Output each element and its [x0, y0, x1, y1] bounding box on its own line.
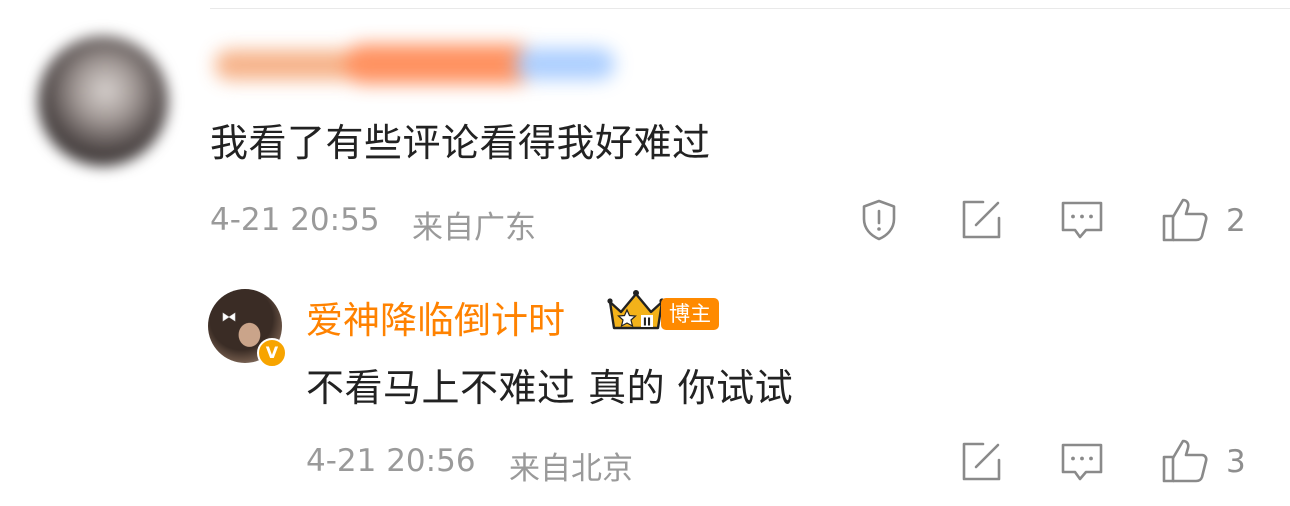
hair-bow-icon [222, 312, 236, 322]
blogger-tag: 博主 [661, 298, 719, 330]
username-blurred[interactable] [205, 34, 625, 90]
comment-icon[interactable] [1060, 440, 1104, 484]
avatar[interactable] [38, 36, 168, 166]
reply-location: 来自北京 [509, 451, 633, 487]
verified-badge: V [257, 338, 287, 368]
repost-icon[interactable] [959, 198, 1003, 242]
like-icon[interactable] [1161, 196, 1209, 244]
like-count: 3 [1226, 444, 1246, 480]
reply-time: 4-21 20:56 [306, 443, 476, 479]
like-count: 2 [1226, 203, 1246, 239]
like-icon[interactable] [1161, 437, 1209, 485]
comment-time: 4-21 20:55 [210, 202, 380, 238]
repost-icon[interactable] [959, 440, 1003, 484]
top-divider [210, 8, 1290, 9]
crown-icon: II [606, 288, 666, 336]
comment-icon[interactable] [1060, 198, 1104, 242]
reply-text: 不看马上不难过 真的 你试试 [306, 366, 794, 410]
rank-level: II [643, 316, 651, 329]
report-icon[interactable] [857, 198, 901, 242]
reply-username[interactable]: 爱神降临倒计时 [306, 290, 565, 344]
comment-location: 来自广东 [412, 210, 536, 246]
comment-text: 我看了有些评论看得我好难过 [210, 121, 711, 165]
